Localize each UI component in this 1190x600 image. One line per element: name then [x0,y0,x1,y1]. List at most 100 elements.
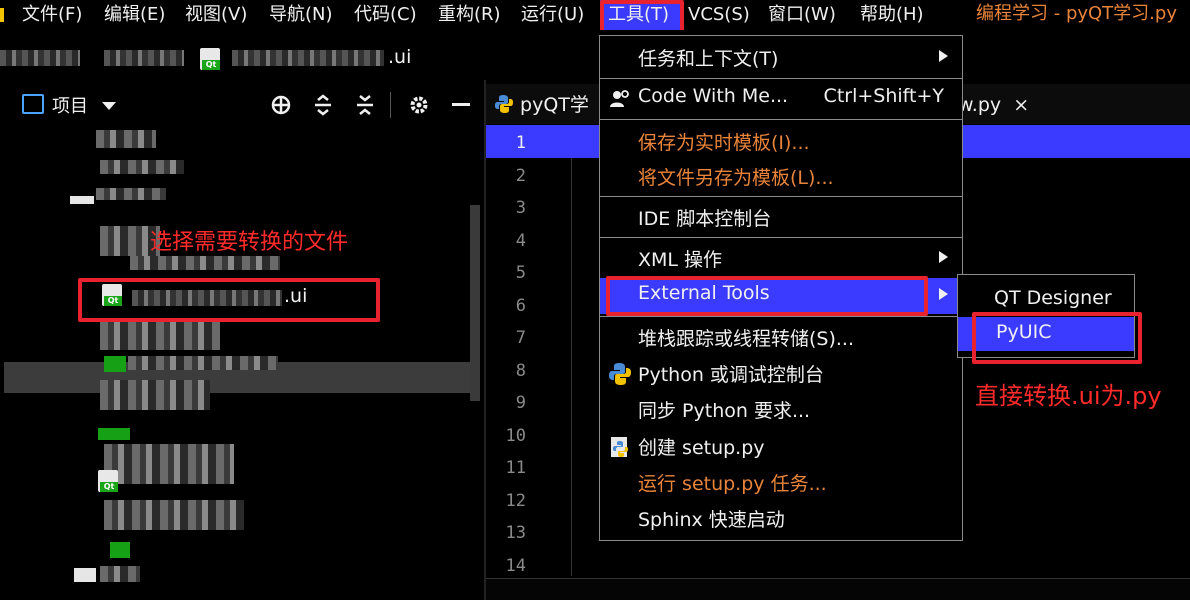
menu-item-label: Sphinx 快速启动 [638,509,785,531]
line-number: 12 [505,491,526,511]
menu-item-save-file-as-template[interactable]: 将文件另存为模板(L)... [600,159,962,195]
tree-item-blurred[interactable] [100,160,184,174]
menu-navigate[interactable]: 导航(N) [269,0,333,30]
breadcrumb-file[interactable]: .ui [388,46,411,68]
menu-view[interactable]: 视图(V) [185,0,247,30]
menu-item-label: 将文件另存为模板(L)... [638,167,834,189]
tree-item-blurred[interactable] [128,356,278,370]
menu-item-sync-requirements[interactable]: 同步 Python 要求... [600,392,962,428]
tab-w-py[interactable]: w.py × [958,88,1029,122]
tab-label: pyQT学 [520,94,589,116]
menu-item-shortcut: Ctrl+Shift+Y [823,85,944,107]
menu-item-save-live-template[interactable]: 保存为实时模板(I)... [600,124,962,160]
python-file-icon [495,95,513,113]
menu-item-label: 同步 Python 要求... [638,400,811,422]
tree-item-blurred[interactable] [130,256,280,270]
menu-item-sphinx-quickstart[interactable]: Sphinx 快速启动 [600,501,962,537]
menu-item-label: 创建 setup.py [638,437,765,459]
annotation-box-external-tools [606,276,928,316]
menu-item-label: IDE 脚本控制台 [638,208,772,230]
header-divider [390,92,391,118]
tree-item-blurred[interactable] [96,188,166,200]
collapse-all-icon[interactable] [354,94,376,116]
tree-folder-icon [70,196,94,204]
window-title: 编程学习 - pyQT学习.py [976,3,1177,24]
menu-help[interactable]: 帮助(H) [860,0,924,30]
menu-separator [600,119,962,120]
breadcrumb-blurred-filename [232,50,384,66]
menu-item-label: Python 或调试控制台 [638,364,824,386]
locate-file-icon[interactable] [270,94,292,116]
app-logo-icon [0,8,4,22]
annotation-box-tools-menu [600,0,684,34]
line-number: 2 [515,166,526,186]
menu-item-label: Code With Me... [638,85,789,107]
menu-item-xml-actions[interactable]: XML 操作 [600,241,962,277]
expand-all-icon[interactable] [312,94,334,116]
menu-separator [600,237,962,238]
line-number: 6 [515,296,526,316]
submenu-arrow-icon [939,288,948,300]
menu-vcs[interactable]: VCS(S) [688,0,750,30]
menu-file[interactable]: 文件(F) [22,0,82,30]
annotation-box-selected-file [78,278,380,322]
tab-pyqt-file[interactable]: pyQT学 [494,88,589,122]
gutter-separator [571,158,572,576]
tree-item-blurred[interactable] [100,380,210,410]
menu-window[interactable]: 窗口(W) [768,0,836,30]
gear-icon[interactable] [408,94,430,116]
menu-item-stack-trace[interactable]: 堆栈跟踪或线程转储(S)... [600,320,962,356]
tree-scrollbar[interactable] [470,205,480,401]
line-number: 3 [515,198,526,218]
project-panel-title[interactable]: 项目 [52,92,88,118]
submenu-arrow-icon [939,50,948,62]
submenu-arrow-icon [939,251,948,263]
tree-item-blurred[interactable] [104,500,244,530]
menu-item-ide-script-console[interactable]: IDE 脚本控制台 [600,200,962,236]
tree-file-icon [110,542,130,558]
minimize-icon[interactable] [452,103,470,106]
menu-item-label: 保存为实时模板(I)... [638,132,810,154]
annotation-box-pyuic [972,312,1142,364]
menu-item-label: XML 操作 [638,249,723,271]
submenu-item-qt-designer[interactable]: QT Designer [958,281,1134,315]
line-number: 14 [505,556,526,576]
menu-separator [600,78,962,79]
python-icon [609,363,631,385]
menu-item-tasks-context[interactable]: 任务和上下文(T) [600,40,962,76]
annotation-convert: 直接转换.ui为.py [975,382,1162,410]
annotation-select-file: 选择需要转换的文件 [150,230,349,255]
tree-item-blurred[interactable] [96,130,156,148]
tree-item-blurred[interactable] [100,566,140,582]
menu-run[interactable]: 运行(U) [521,0,584,30]
tree-item-blurred[interactable] [104,444,234,484]
menu-item-run-setup-py-task[interactable]: 运行 setup.py 任务... [600,465,962,501]
qt-ui-file-icon: Qt [98,470,118,492]
menu-bar: 文件(F) 编辑(E) 视图(V) 导航(N) 代码(C) 重构(R) 运行(U… [0,0,1190,30]
chevron-down-icon[interactable] [102,102,116,110]
editor-horizontal-scrollbar[interactable] [486,578,1190,600]
tab-label: w.py [958,94,1002,116]
line-number: 9 [515,393,526,413]
menu-edit[interactable]: 编辑(E) [104,0,165,30]
submenu-item-label: QT Designer [994,287,1112,309]
breadcrumb-blurred-segment [104,50,184,66]
project-panel-header: 项目 [4,86,480,124]
project-panel: 项目 Qt .ui Qt [0,80,484,600]
menu-item-create-setup-py[interactable]: 创建 setup.py [600,429,962,465]
tree-file-icon [104,356,126,372]
menu-refactor[interactable]: 重构(R) [438,0,501,30]
menu-separator [600,316,962,317]
menu-item-label: 任务和上下文(T) [638,48,779,70]
python-file-icon [611,437,628,457]
close-icon[interactable]: × [1013,94,1029,116]
line-number: 1 [515,133,526,153]
tree-item-blurred[interactable] [100,320,220,350]
line-number: 7 [515,328,526,348]
menu-code[interactable]: 代码(C) [354,0,417,30]
menu-item-code-with-me[interactable]: Code With Me... Ctrl+Shift+Y [600,81,962,117]
menu-item-label: 堆栈跟踪或线程转储(S)... [638,328,855,350]
qt-ui-file-icon: Qt [200,48,220,70]
tree-file-icon [98,428,130,440]
menu-item-python-console[interactable]: Python 或调试控制台 [600,356,962,392]
